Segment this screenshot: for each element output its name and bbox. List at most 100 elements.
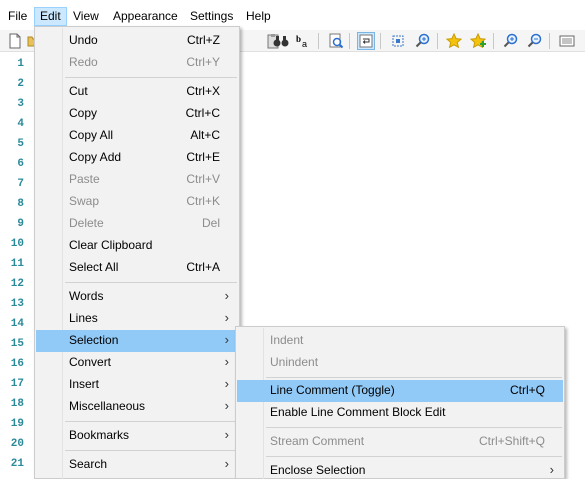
menu-item-label: Select All bbox=[69, 260, 119, 274]
line-number: 16 bbox=[10, 358, 24, 370]
menu-item-label: Redo bbox=[69, 55, 98, 69]
menu-item-swap: Swap Ctrl+K bbox=[36, 191, 238, 213]
menu-item-selection[interactable]: Selection › bbox=[36, 330, 238, 352]
zoom-view-icon[interactable] bbox=[414, 32, 432, 50]
menu-item-redo: Redo Ctrl+Y bbox=[36, 52, 238, 74]
menu-item-select-all[interactable]: Select All Ctrl+A bbox=[36, 257, 238, 279]
find-binoculars-icon[interactable] bbox=[272, 32, 290, 50]
menu-item-insert[interactable]: Insert › bbox=[36, 374, 238, 396]
zoom-in-icon[interactable] bbox=[502, 32, 520, 50]
menu-item-copy-all[interactable]: Copy All Alt+C bbox=[36, 125, 238, 147]
menu-item-label: Convert bbox=[69, 355, 112, 369]
find-in-files-icon[interactable] bbox=[327, 32, 345, 50]
menu-item-shortcut: Ctrl+K bbox=[186, 194, 220, 208]
menu-item-label: Copy Add bbox=[69, 150, 122, 164]
menu-item-label: Miscellaneous bbox=[69, 399, 146, 413]
line-number: 10 bbox=[10, 238, 24, 250]
menu-item-label: Clear Clipboard bbox=[69, 238, 153, 252]
menu-separator bbox=[266, 427, 562, 428]
menu-item-lines[interactable]: Lines › bbox=[36, 308, 238, 330]
menu-item-label: Copy All bbox=[69, 128, 114, 142]
menu-item-line-comment-toggle[interactable]: Line Comment (Toggle) Ctrl+Q bbox=[237, 380, 563, 402]
new-file-icon[interactable] bbox=[6, 32, 24, 50]
chevron-right-icon: › bbox=[224, 427, 229, 442]
menu-item-shortcut: Alt+C bbox=[190, 128, 220, 142]
menu-item-enclose-selection[interactable]: Enclose Selection › bbox=[237, 460, 563, 479]
menu-item-indent: Indent bbox=[237, 330, 563, 352]
line-number: 20 bbox=[10, 438, 24, 450]
customize-toolbar-icon[interactable] bbox=[558, 32, 576, 50]
svg-text:b: b bbox=[296, 34, 301, 44]
menu-item-shortcut: Ctrl+C bbox=[185, 106, 220, 120]
menu-item-label: Paste bbox=[69, 172, 100, 186]
line-number: 19 bbox=[10, 418, 24, 430]
menu-separator bbox=[65, 282, 237, 283]
line-number: 1 bbox=[17, 58, 24, 70]
chevron-right-icon: › bbox=[224, 354, 229, 369]
menu-item-enable-line-comment-block-edit[interactable]: Enable Line Comment Block Edit bbox=[237, 402, 563, 424]
menu-item-label: Search bbox=[69, 457, 108, 471]
line-number: 21 bbox=[10, 458, 24, 470]
menu-appearance[interactable]: Appearance bbox=[108, 7, 183, 26]
replace-icon[interactable]: ba bbox=[294, 32, 312, 50]
menu-separator bbox=[65, 77, 237, 78]
menu-item-cut[interactable]: Cut Ctrl+X bbox=[36, 81, 238, 103]
menu-item-convert[interactable]: Convert › bbox=[36, 352, 238, 374]
menu-item-label: Lines bbox=[69, 311, 98, 325]
menu-item-label: Line Comment (Toggle) bbox=[270, 383, 395, 397]
menu-item-shortcut: Ctrl+A bbox=[186, 260, 220, 274]
menu-item-clear-clipboard[interactable]: Clear Clipboard bbox=[36, 235, 238, 257]
menu-item-search[interactable]: Search › bbox=[36, 454, 238, 476]
line-number: 18 bbox=[10, 398, 24, 410]
menu-item-paste: Paste Ctrl+V bbox=[36, 169, 238, 191]
menu-item-miscellaneous[interactable]: Miscellaneous › bbox=[36, 396, 238, 418]
menu-item-label: Insert bbox=[69, 377, 100, 391]
menu-item-label: Enclose Selection bbox=[270, 463, 366, 477]
menu-item-shortcut: Ctrl+Y bbox=[186, 55, 220, 69]
menu-item-shortcut: Ctrl+Shift+Q bbox=[478, 434, 545, 448]
chevron-right-icon: › bbox=[224, 376, 229, 391]
menu-help[interactable]: Help bbox=[241, 7, 276, 26]
menu-file[interactable]: File bbox=[3, 7, 32, 26]
line-number: 3 bbox=[17, 98, 24, 110]
menu-item-label: Stream Comment bbox=[270, 434, 365, 448]
word-wrap-icon[interactable] bbox=[357, 32, 375, 50]
menu-item-label: Unindent bbox=[270, 355, 319, 369]
menu-item-copy-add[interactable]: Copy Add Ctrl+E bbox=[36, 147, 238, 169]
menu-item-label: Copy bbox=[69, 106, 98, 120]
edit-menu: Undo Ctrl+Z Redo Ctrl+Y Cut Ctrl+X Copy … bbox=[34, 26, 240, 479]
menu-item-label: Indent bbox=[270, 333, 304, 347]
zoom-out-icon[interactable] bbox=[526, 32, 544, 50]
menu-item-bookmarks[interactable]: Bookmarks › bbox=[36, 425, 238, 447]
chevron-right-icon: › bbox=[224, 332, 229, 347]
favorite-star-icon[interactable] bbox=[445, 32, 463, 50]
line-number: 2 bbox=[17, 78, 24, 90]
menu-separator bbox=[266, 377, 562, 378]
menu-item-shortcut: Ctrl+Z bbox=[187, 33, 220, 47]
menu-item-label: Cut bbox=[69, 84, 88, 98]
menu-item-shortcut: Ctrl+E bbox=[186, 150, 220, 164]
menu-edit[interactable]: Edit bbox=[34, 7, 67, 26]
add-favorite-icon[interactable] bbox=[469, 32, 487, 50]
chevron-right-icon: › bbox=[224, 398, 229, 413]
line-number: 8 bbox=[17, 198, 24, 210]
chevron-right-icon: › bbox=[224, 310, 229, 325]
menu-view[interactable]: View bbox=[68, 7, 104, 26]
line-number: 17 bbox=[10, 378, 24, 390]
chevron-right-icon: › bbox=[224, 288, 229, 303]
menu-item-label: Delete bbox=[69, 216, 104, 230]
line-number: 13 bbox=[10, 298, 24, 310]
line-number: 14 bbox=[10, 318, 24, 330]
menu-item-words[interactable]: Words › bbox=[36, 286, 238, 308]
line-number: 12 bbox=[10, 278, 24, 290]
expand-icon[interactable] bbox=[389, 32, 407, 50]
menu-item-copy[interactable]: Copy Ctrl+C bbox=[36, 103, 238, 125]
menu-settings[interactable]: Settings bbox=[185, 7, 238, 26]
menu-item-undo[interactable]: Undo Ctrl+Z bbox=[36, 30, 238, 52]
line-number-gutter: 1 2 3 4 5 6 7 8 9 10 11 12 13 14 15 16 1… bbox=[0, 52, 36, 479]
line-number: 4 bbox=[17, 118, 24, 130]
selection-submenu: Indent Unindent Line Comment (Toggle) Ct… bbox=[235, 326, 565, 479]
line-number: 7 bbox=[17, 178, 24, 190]
menu-item-label: Swap bbox=[69, 194, 100, 208]
menu-item-shortcut: Ctrl+V bbox=[186, 172, 220, 186]
